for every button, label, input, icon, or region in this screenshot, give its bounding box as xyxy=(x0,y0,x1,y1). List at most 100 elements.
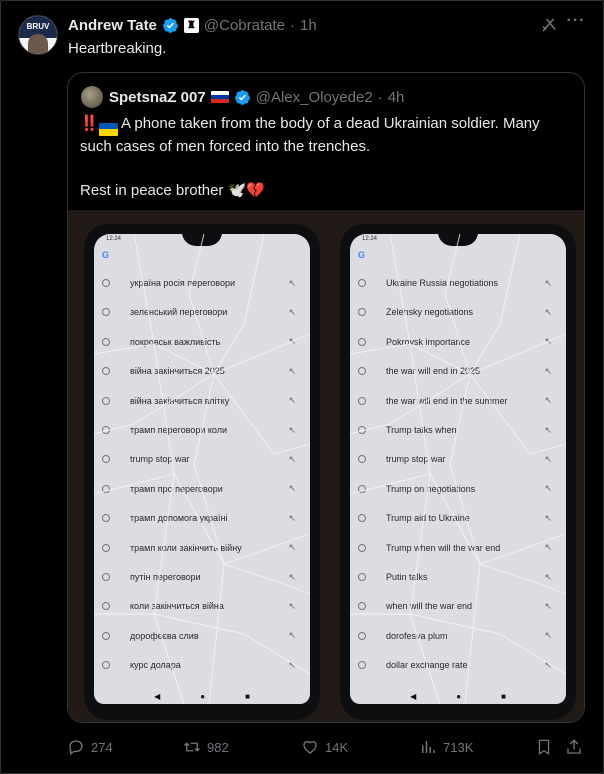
quote-author-name[interactable]: SpetsnaZ 007 xyxy=(109,89,206,106)
history-item: the war will end in the summer ↖ xyxy=(358,392,558,410)
insert-arrow-icon: ↖ xyxy=(288,600,296,611)
post-time[interactable]: 1h xyxy=(300,17,317,34)
bookmark-button[interactable] xyxy=(535,736,553,758)
clock-icon xyxy=(102,455,110,464)
clock-icon xyxy=(102,396,110,405)
insert-arrow-icon: ↖ xyxy=(544,512,552,523)
insert-arrow-icon: ↖ xyxy=(544,571,552,582)
more-icon[interactable]: ··· xyxy=(566,12,586,34)
clock-icon xyxy=(102,631,110,640)
history-item: війна закінчиться влітку ↖ xyxy=(102,392,302,410)
history-item-label: when will the war end xyxy=(386,601,473,612)
insert-arrow-icon: ↖ xyxy=(288,424,296,435)
history-item-label: путін переговори xyxy=(130,572,201,582)
history-item-label: dorofesva plum xyxy=(386,630,448,641)
author-name[interactable]: Andrew Tate xyxy=(68,17,157,34)
quote-header: SpetsnaZ 007 @Alex_Oloyede2 · 4h xyxy=(109,86,404,108)
reply-button[interactable]: 274 xyxy=(67,736,113,758)
insert-arrow-icon: ↖ xyxy=(544,395,552,406)
insert-arrow-icon: ↖ xyxy=(544,306,552,317)
repost-icon xyxy=(184,742,200,752)
history-item: Zelensky negotiations ↖ xyxy=(358,303,558,321)
clock-icon xyxy=(358,426,366,434)
views-button[interactable]: 713K xyxy=(419,736,473,758)
insert-arrow-icon: ↖ xyxy=(544,600,552,611)
clock-icon xyxy=(358,308,366,317)
google-search-bar: G xyxy=(358,248,558,262)
status-time: 12:24 xyxy=(106,236,122,242)
affiliation-badge-icon[interactable]: ♜ xyxy=(183,17,199,33)
history-item: Trump when will the war end ↖ xyxy=(358,539,558,557)
history-item: trump stop war ↖ xyxy=(102,450,302,468)
history-item: Putin talks ↖ xyxy=(358,568,558,586)
verified-badge-icon xyxy=(234,89,250,105)
history-item: when will the war end ↖ xyxy=(358,597,558,615)
phone-left-screen: 12:24 G ◀ ● ■ україна росія переговори ↖ зел… xyxy=(94,234,310,704)
history-item-label: війна закінчиться 2025 xyxy=(130,366,225,377)
post-actions: 274 982 14K 713K xyxy=(67,736,587,758)
insert-arrow-icon: ↖ xyxy=(288,630,296,641)
share-icon xyxy=(567,739,581,754)
history-item: трамп переговори коли ↖ xyxy=(102,421,302,439)
history-item-label: Ukraine Russia negotiations xyxy=(386,278,499,288)
insert-arrow-icon: ↖ xyxy=(288,542,296,553)
quote-author-handle[interactable]: @Alex_Oloyede2 xyxy=(256,89,373,106)
history-item-label: коли закінчиться війна xyxy=(130,601,224,612)
history-item-label: trump stop war xyxy=(386,454,446,465)
quote-text-line1: A phone taken from the body of a dead Uk… xyxy=(80,115,540,155)
history-item-label: Putin talks xyxy=(386,572,428,582)
clock-icon xyxy=(102,602,110,611)
history-item-label: покровськ важливість xyxy=(130,336,221,347)
share-button[interactable] xyxy=(565,736,583,758)
phone-right-screen: 12:24 G ◀ ● ■ Ukraine Russia negotiations ↖… xyxy=(350,234,566,704)
insert-arrow-icon: ↖ xyxy=(288,336,296,347)
phone-right: 12:24 G ◀ ● ■ Ukraine Russia negotiations ↖… xyxy=(340,224,576,720)
attached-photo[interactable]: 12:24 G ◀ ● ■ україна росія переговори ↖ зел… xyxy=(68,210,584,722)
repost-button[interactable]: 982 xyxy=(183,736,229,758)
ukraine-flag-icon xyxy=(98,122,118,136)
clock-icon xyxy=(358,602,366,611)
clock-icon xyxy=(358,573,366,581)
quoted-post[interactable]: SpetsnaZ 007 @Alex_Oloyede2 · 4h ‼️ A ph… xyxy=(67,72,585,723)
clock-icon xyxy=(102,514,110,523)
insert-arrow-icon: ↖ xyxy=(544,453,552,464)
insert-arrow-icon: ↖ xyxy=(288,483,296,494)
verified-badge-icon xyxy=(162,17,178,33)
history-item: коли закінчиться війна ↖ xyxy=(102,597,302,615)
clock-icon xyxy=(102,543,110,552)
phone-left: 12:24 G ◀ ● ■ україна росія переговори ↖ зел… xyxy=(84,224,320,720)
author-handle[interactable]: @Cobratate xyxy=(204,17,285,34)
history-item: трамп допомога україні ↖ xyxy=(102,509,302,527)
history-item-label: Zelensky negotiations xyxy=(386,307,474,318)
google-g-icon: G xyxy=(102,250,110,260)
dove-heart-emoji: 🕊️💔 xyxy=(227,181,265,199)
clock-icon xyxy=(358,543,366,552)
history-item-label: зеленський переговори xyxy=(130,307,228,318)
clock-icon xyxy=(358,367,366,376)
insert-arrow-icon: ↖ xyxy=(544,336,552,347)
grok-icon[interactable] xyxy=(540,16,558,34)
like-icon xyxy=(303,740,317,754)
insert-arrow-icon: ↖ xyxy=(544,277,552,288)
history-item: україна росія переговори ↖ xyxy=(102,274,302,292)
quote-author-avatar[interactable] xyxy=(81,86,103,108)
insert-arrow-icon: ↖ xyxy=(544,483,552,494)
insert-arrow-icon: ↖ xyxy=(288,277,296,288)
insert-arrow-icon: ↖ xyxy=(288,306,296,317)
history-item: трамп коли закінчить війну ↖ xyxy=(102,539,302,557)
views-icon xyxy=(422,741,435,753)
post-text: Heartbreaking. xyxy=(68,40,167,57)
history-item-label: україна росія переговори xyxy=(130,278,236,288)
history-item-label: trump stop war xyxy=(130,454,190,465)
insert-arrow-icon: ↖ xyxy=(544,365,552,376)
history-item: покровськ важливість ↖ xyxy=(102,333,302,351)
quote-time[interactable]: 4h xyxy=(388,89,405,106)
history-item: дорофєєва слив ↖ xyxy=(102,627,302,645)
history-item: Trump aid to Ukraine ↖ xyxy=(358,509,558,527)
history-item-label: трамп про переговори xyxy=(130,483,223,494)
history-item: путін переговори ↖ xyxy=(102,568,302,586)
clock-icon xyxy=(102,337,110,346)
author-avatar[interactable]: BRUV xyxy=(18,15,58,55)
like-button[interactable]: 14K xyxy=(301,736,348,758)
history-item-label: трамп коли закінчить війну xyxy=(130,542,242,553)
